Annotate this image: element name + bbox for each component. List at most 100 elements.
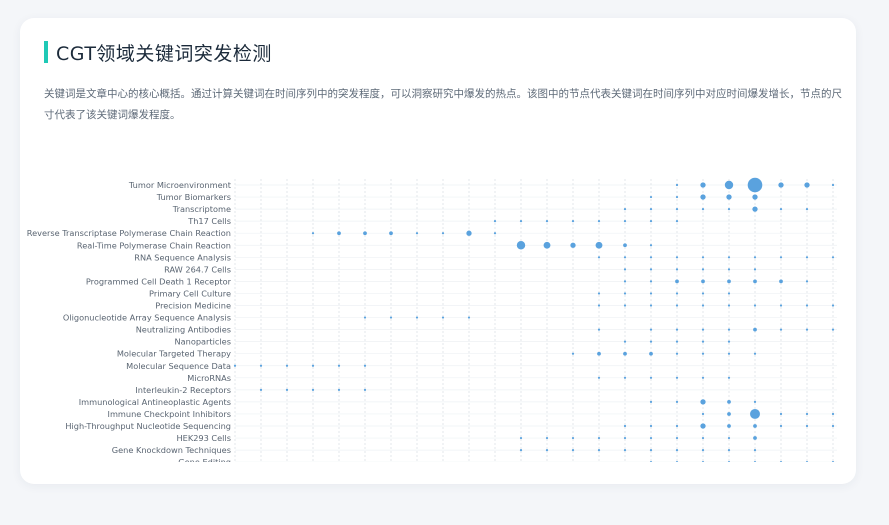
burst-point[interactable] [779,208,783,211]
burst-point[interactable] [649,449,653,452]
burst-point[interactable] [285,364,289,367]
burst-point[interactable] [779,304,783,307]
burst-point[interactable] [779,461,783,463]
burst-point[interactable] [753,436,757,440]
burst-point[interactable] [675,340,679,343]
burst-point[interactable] [778,182,784,188]
burst-point[interactable] [831,412,835,416]
burst-point[interactable] [363,364,367,367]
burst-point[interactable] [675,449,679,452]
burst-point[interactable] [727,256,731,259]
burst-point[interactable] [752,206,758,212]
burst-point[interactable] [389,316,393,319]
burst-point[interactable] [519,220,523,223]
burst-point[interactable] [701,461,705,463]
burst-point[interactable] [753,327,757,332]
burst-point[interactable] [700,399,706,405]
burst-point[interactable] [701,292,705,295]
burst-point[interactable] [467,316,471,319]
burst-point[interactable] [701,279,705,284]
burst-point[interactable] [623,243,627,248]
burst-point[interactable] [701,304,705,307]
burst-point[interactable] [727,304,731,307]
burst-point[interactable] [727,208,731,211]
burst-point[interactable] [675,376,679,379]
burst-point[interactable] [727,328,731,331]
burst-point[interactable] [675,292,679,295]
burst-point[interactable] [727,279,731,284]
burst-point[interactable] [727,268,731,271]
burst-point[interactable] [649,268,653,271]
burst-point[interactable] [701,352,705,355]
burst-point[interactable] [337,364,341,367]
burst-point[interactable] [805,461,809,463]
burst-point[interactable] [597,292,601,295]
burst-point[interactable] [623,268,627,271]
burst-point[interactable] [727,292,731,295]
burst-point[interactable] [623,436,627,440]
burst-point[interactable] [623,280,627,283]
burst-point[interactable] [649,461,653,463]
burst-point[interactable] [727,352,731,355]
burst-point[interactable] [571,352,575,355]
burst-point[interactable] [727,412,731,416]
burst-point[interactable] [727,376,731,379]
burst-point[interactable] [752,194,758,200]
burst-point[interactable] [675,400,679,403]
burst-point[interactable] [623,304,627,307]
burst-point[interactable] [597,328,601,331]
burst-point[interactable] [516,241,526,250]
burst-point[interactable] [623,220,627,223]
burst-point[interactable] [831,304,835,307]
burst-point[interactable] [753,352,757,355]
burst-point[interactable] [649,280,653,283]
burst-point[interactable] [595,241,603,249]
burst-point[interactable] [805,256,809,259]
burst-point[interactable] [675,279,679,284]
burst-point[interactable] [779,279,783,284]
burst-point[interactable] [597,436,601,440]
burst-point[interactable] [311,232,315,235]
burst-point[interactable] [649,304,653,307]
burst-point[interactable] [623,208,627,211]
burst-point[interactable] [571,220,575,223]
burst-point[interactable] [649,424,653,428]
burst-point[interactable] [493,232,497,235]
burst-point[interactable] [493,220,497,223]
burst-point[interactable] [649,208,653,211]
burst-point[interactable] [753,400,757,403]
burst-point[interactable] [363,316,367,319]
burst-point[interactable] [675,183,679,187]
burst-point[interactable] [623,256,627,259]
burst-point[interactable] [701,376,705,379]
burst-point[interactable] [649,340,653,343]
burst-point[interactable] [701,208,705,211]
burst-point[interactable] [701,436,705,440]
burst-point[interactable] [675,424,679,428]
burst-point[interactable] [597,449,601,452]
burst-point[interactable] [597,351,601,356]
burst-point[interactable] [649,220,653,223]
burst-point[interactable] [623,292,627,295]
burst-point[interactable] [597,376,601,379]
burst-point[interactable] [747,177,763,193]
burst-point[interactable] [649,256,653,259]
burst-point[interactable] [805,208,809,211]
burst-point[interactable] [415,232,419,235]
burst-point[interactable] [597,304,601,307]
burst-point[interactable] [649,400,653,403]
burst-point[interactable] [543,241,551,249]
burst-point[interactable] [675,220,679,223]
burst-point[interactable] [753,449,757,452]
burst-point[interactable] [701,256,705,259]
burst-point[interactable] [779,424,783,428]
burst-point[interactable] [623,351,627,356]
burst-point[interactable] [675,436,679,440]
burst-point[interactable] [750,408,760,419]
burst-point[interactable] [753,256,757,259]
burst-point[interactable] [675,352,679,355]
burst-point[interactable] [701,412,705,416]
burst-point[interactable] [311,388,315,391]
burst-point[interactable] [805,424,809,428]
burst-point[interactable] [415,316,419,319]
